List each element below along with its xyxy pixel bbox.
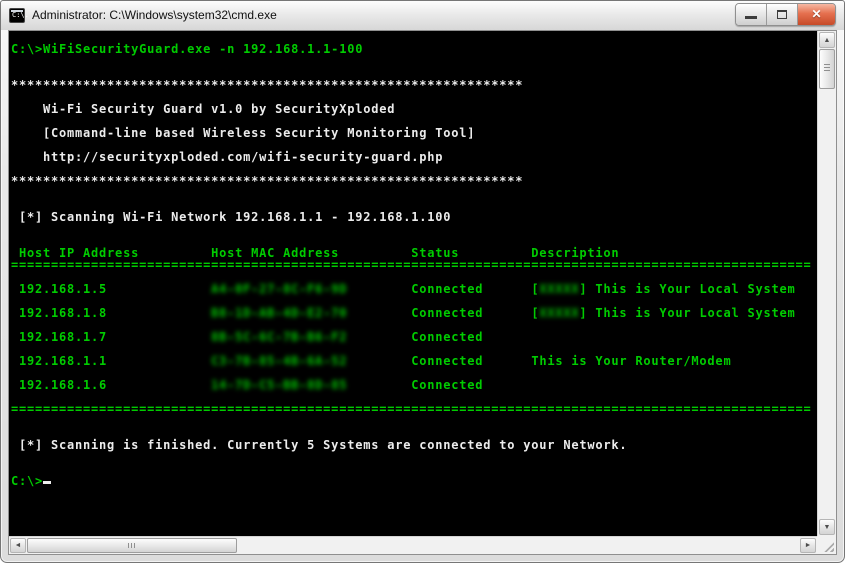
console-line: http://securityxploded.com/wifi-security… xyxy=(11,151,811,163)
scroll-left-button[interactable]: ◄ xyxy=(10,538,26,553)
redacted-text: A4-0F-27-8C-F6-9D xyxy=(211,282,348,296)
redacted-text: B8-1D-AB-4D-E2-70 xyxy=(211,306,348,320)
console-viewport[interactable]: C:\>WiFiSecurityGuard.exe -n 192.168.1.1… xyxy=(9,31,817,536)
scroll-right-icon: ► xyxy=(804,542,812,549)
console-line: C:\>WiFiSecurityGuard.exe -n 192.168.1.1… xyxy=(11,43,811,55)
scrollbar-corner xyxy=(817,536,836,554)
vertical-scrollbar-thumb[interactable] xyxy=(819,49,835,89)
console-line: C:\> xyxy=(11,475,811,487)
console-text: Connected xyxy=(347,354,532,368)
console-text: 192.168.1.8 xyxy=(11,306,212,320)
console-text: 192.168.1.5 xyxy=(11,282,212,296)
horizontal-scrollbar[interactable]: ◄ ► xyxy=(9,536,817,554)
vertical-scrollbar[interactable]: ▲ ▼ xyxy=(817,31,836,536)
console-text: This is Your Router/Modem xyxy=(531,354,732,368)
console-line: 192.168.1.6 14-7D-C5-BB-8D-85 Connected xyxy=(11,379,811,391)
console-text: Connected xyxy=(347,330,484,344)
console-line: 192.168.1.8 B8-1D-AB-4D-E2-70 Connected … xyxy=(11,307,811,319)
console-text: C:\>WiFiSecurityGuard.exe -n 192.168.1.1… xyxy=(11,42,364,56)
console-text: ] This is Your Local System xyxy=(579,282,796,296)
console-line: [Command-line based Wireless Security Mo… xyxy=(11,127,811,139)
console-text: [*] Scanning Wi-Fi Network 192.168.1.1 -… xyxy=(11,210,452,224)
console-text: Connected xyxy=(347,282,532,296)
scroll-down-button[interactable]: ▼ xyxy=(819,519,835,535)
redacted-text: XXXXX xyxy=(539,306,580,320)
console-text: 192.168.1.1 xyxy=(11,354,212,368)
maximize-button[interactable] xyxy=(767,4,798,25)
close-icon: ✕ xyxy=(811,7,822,21)
console-output: C:\>WiFiSecurityGuard.exe -n 192.168.1.1… xyxy=(11,43,811,487)
console-line: 192.168.1.7 8B-5C-6C-7B-B6-F2 Connected xyxy=(11,331,811,343)
text-cursor xyxy=(43,481,52,484)
console-text: ========================================… xyxy=(11,402,812,416)
console-text: ========================================… xyxy=(11,258,812,272)
client-area: C:\>WiFiSecurityGuard.exe -n 192.168.1.1… xyxy=(8,30,837,555)
console-text: ] This is Your Local System xyxy=(579,306,796,320)
scroll-left-icon: ◄ xyxy=(14,542,22,549)
minimize-icon xyxy=(745,16,757,19)
scroll-down-icon: ▼ xyxy=(823,523,831,531)
console-text: Connected xyxy=(347,306,532,320)
console-text: [Command-line based Wireless Security Mo… xyxy=(11,126,476,140)
console-line: ========================================… xyxy=(11,259,811,271)
scroll-up-button[interactable]: ▲ xyxy=(819,32,835,48)
console-line: ****************************************… xyxy=(11,79,811,91)
console-line: 192.168.1.1 C3-7B-85-4B-6A-52 Connected … xyxy=(11,355,811,367)
console-text: ****************************************… xyxy=(11,78,524,92)
scroll-up-icon: ▲ xyxy=(823,36,831,44)
console-text: ****************************************… xyxy=(11,174,524,188)
console-line: 192.168.1.5 A4-0F-27-8C-F6-9D Connected … xyxy=(11,283,811,295)
horizontal-scrollbar-thumb[interactable] xyxy=(27,538,237,553)
minimize-button[interactable] xyxy=(736,4,767,25)
cmd-window: C:\. Administrator: C:\Windows\system32\… xyxy=(0,0,845,563)
console-line: [*] Scanning is finished. Currently 5 Sy… xyxy=(11,439,811,451)
cmd-icon[interactable]: C:\. xyxy=(9,8,29,23)
console-text: http://securityxploded.com/wifi-security… xyxy=(11,150,444,164)
console-text: [*] Scanning is finished. Currently 5 Sy… xyxy=(11,438,628,452)
console-line: ========================================… xyxy=(11,403,811,415)
redacted-text: 8B-5C-6C-7B-B6-F2 xyxy=(211,330,348,344)
window-title: Administrator: C:\Windows\system32\cmd.e… xyxy=(32,8,277,22)
resize-grip-icon[interactable] xyxy=(822,540,834,552)
maximize-icon xyxy=(777,10,787,19)
caption-button-group: ✕ xyxy=(735,3,836,26)
console-line: Wi-Fi Security Guard v1.0 by SecurityXpl… xyxy=(11,103,811,115)
redacted-text: XXXXX xyxy=(539,282,580,296)
console-line: [*] Scanning Wi-Fi Network 192.168.1.1 -… xyxy=(11,211,811,223)
console-text: Connected xyxy=(347,378,484,392)
scroll-right-button[interactable]: ► xyxy=(800,538,816,553)
console-text: 192.168.1.7 xyxy=(11,330,212,344)
close-button[interactable]: ✕ xyxy=(798,4,835,25)
console-text: 192.168.1.6 xyxy=(11,378,212,392)
redacted-text: 14-7D-C5-BB-8D-85 xyxy=(211,378,348,392)
redacted-text: C3-7B-85-4B-6A-52 xyxy=(211,354,348,368)
title-bar[interactable]: C:\. Administrator: C:\Windows\system32\… xyxy=(1,1,844,30)
console-text: C:\> xyxy=(11,474,44,488)
console-text: Wi-Fi Security Guard v1.0 by SecurityXpl… xyxy=(11,102,396,116)
console-line: ****************************************… xyxy=(11,175,811,187)
